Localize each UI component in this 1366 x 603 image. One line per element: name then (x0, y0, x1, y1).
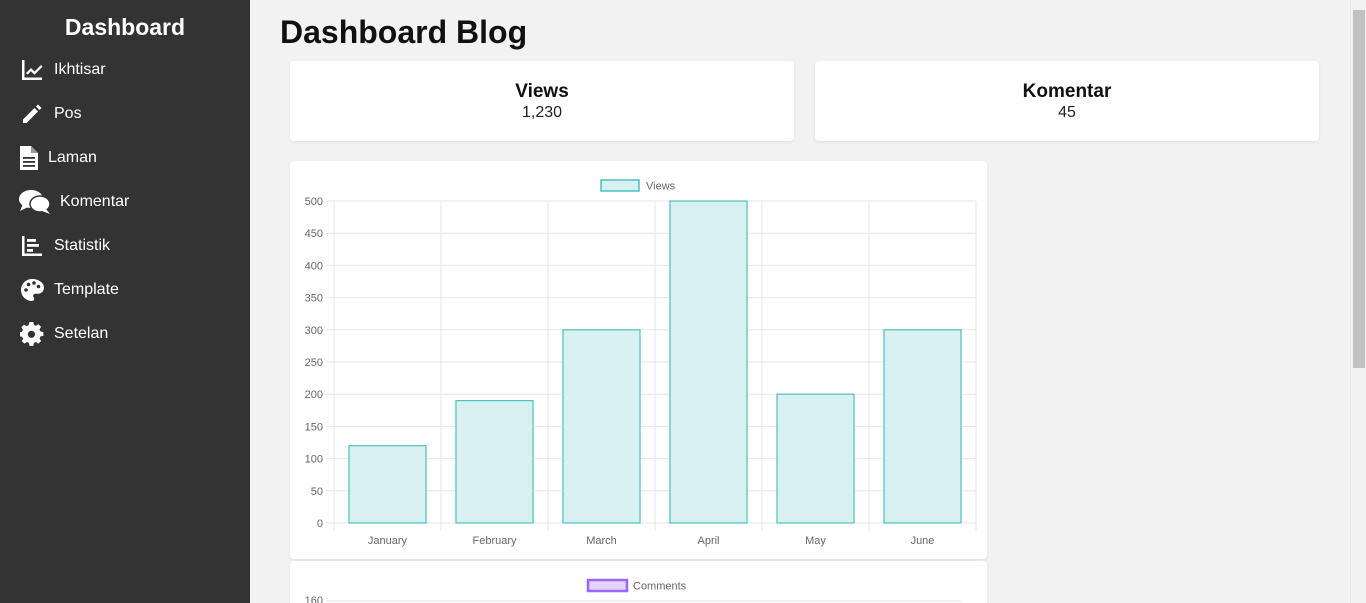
x-tick-label: June (911, 535, 935, 547)
page-title: Dashboard Blog (280, 14, 528, 50)
y-tick-label: 400 (305, 260, 323, 272)
legend-swatch (600, 179, 640, 192)
y-tick-label: 300 (305, 325, 323, 337)
comments-icon (19, 189, 51, 215)
palette-icon (19, 277, 45, 303)
sidebar-item-ikhtisar[interactable]: Ikhtisar (0, 48, 250, 92)
legend-swatch (586, 578, 629, 593)
legend-label: Views (646, 181, 676, 193)
x-tick-label: February (472, 535, 517, 547)
sidebar-item-label: Setelan (54, 325, 109, 342)
sidebar-title: Dashboard (64, 14, 186, 40)
sidebar-item-label: Laman (48, 149, 97, 166)
main-content: Dashboard Blog Views 1,230 Komentar 45 V… (250, 0, 1350, 603)
sidebar-item-label: Komentar (60, 193, 130, 210)
bar (669, 200, 748, 524)
y-tick-label: 0 (317, 518, 323, 530)
sidebar-item-label: Ikhtisar (54, 61, 106, 78)
bar (883, 329, 962, 524)
legend-label: Comments (633, 581, 687, 593)
views-chart-card: Views 0 50 100 150 200 250 300 350 400 450 500 Janua… (290, 161, 987, 559)
x-tick-label: January (368, 535, 408, 547)
y-tick-label: 50 (311, 486, 323, 498)
bar-chart-icon (19, 233, 45, 259)
y-tick-label: 150 (305, 421, 323, 433)
y-tick-label: 350 (305, 293, 323, 305)
stat-card-komentar: Komentar 45 (815, 61, 1319, 141)
sidebar-item-setelan[interactable]: Setelan (0, 312, 250, 356)
bar (776, 393, 855, 524)
file-icon (19, 145, 39, 171)
y-tick-label: 200 (305, 389, 323, 401)
scrollbar-thumb[interactable] (1353, 10, 1365, 368)
sidebar-item-label: Pos (54, 105, 82, 122)
sidebar-item-statistik[interactable]: Statistik (0, 224, 250, 268)
sidebar-item-komentar[interactable]: Komentar (0, 180, 250, 224)
comments-chart-card: Comments 160 (290, 561, 987, 603)
sidebar-item-laman[interactable]: Laman (0, 136, 250, 180)
stat-label: Komentar (1022, 81, 1112, 102)
stat-label: Views (515, 81, 569, 102)
chart-line-icon (19, 57, 45, 83)
views-chart: Views 0 50 100 150 200 250 300 350 400 450 500 Janua… (305, 179, 977, 547)
stat-card-views: Views 1,230 (290, 61, 794, 141)
y-tick-label: 100 (305, 454, 323, 466)
sidebar: Dashboard Ikhtisar Pos Laman Komentar St… (0, 0, 250, 603)
pencil-icon (19, 101, 45, 127)
sidebar-item-label: Template (54, 281, 119, 298)
y-tick-label: 450 (305, 228, 323, 240)
gear-icon (19, 321, 45, 347)
x-tick-label: May (805, 535, 826, 547)
bar (455, 400, 534, 524)
bar (562, 329, 641, 524)
comments-chart: Comments 160 (305, 578, 962, 603)
y-tick-label: 500 (305, 196, 323, 208)
stat-value: 1,230 (521, 104, 563, 121)
bar (348, 445, 427, 524)
stat-value: 45 (1058, 104, 1076, 121)
scrollbar[interactable] (1350, 0, 1366, 603)
y-tick-label: 250 (305, 357, 323, 369)
x-tick-label: April (697, 535, 719, 547)
sidebar-item-label: Statistik (54, 237, 111, 254)
x-tick-label: March (586, 535, 617, 547)
sidebar-item-pos[interactable]: Pos (0, 92, 250, 136)
y-tick-label: 160 (305, 595, 323, 603)
sidebar-item-template[interactable]: Template (0, 268, 250, 312)
